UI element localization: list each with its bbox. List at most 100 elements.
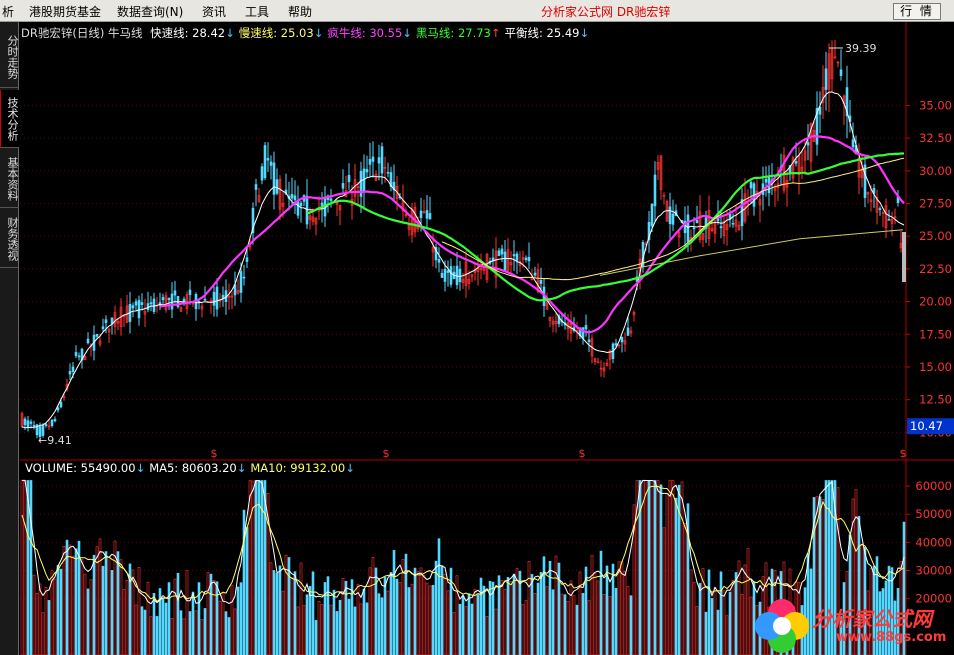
volume-bar	[713, 587, 717, 655]
volume-bar	[533, 592, 537, 655]
volume-bar	[524, 600, 528, 655]
volume-bar	[473, 588, 477, 655]
indicator-legend-item: 慢速线: 25.03	[238, 26, 314, 40]
volume-bar	[362, 588, 366, 655]
volume-bar	[461, 595, 465, 655]
volume-bar	[644, 480, 648, 655]
info-marker-icon: $	[579, 447, 586, 460]
candle-body	[749, 181, 753, 189]
volume-bar	[353, 606, 357, 655]
logo-text: 分析家公式网	[812, 607, 932, 631]
volume-bar	[530, 574, 534, 655]
info-marker-icon: $	[383, 447, 390, 460]
volume-bar	[359, 603, 363, 655]
volume-bar	[380, 597, 384, 655]
volume-bar	[302, 605, 306, 655]
price-tick-label: 22.50	[919, 262, 952, 276]
candle-body	[254, 184, 258, 190]
candle-body	[188, 289, 192, 295]
volume-bar	[149, 616, 153, 655]
candle-body	[449, 266, 453, 285]
chart-area[interactable]: 35.00 32.50 30.00 27.50 25.00 22.50 20.00 17.50…	[0, 0, 954, 655]
candle-body	[167, 297, 171, 301]
volume-bar	[275, 573, 279, 655]
trend-arrow-icon: ↓	[135, 461, 146, 475]
volume-bar	[143, 609, 147, 655]
candle-body	[221, 294, 225, 299]
volume-bar	[272, 570, 276, 655]
candle-body	[347, 174, 351, 183]
indicator-legend-item: 疯牛线: 30.55	[327, 26, 403, 40]
indicator-legend-item: 快速线: 28.42	[150, 26, 226, 40]
volume-bar	[407, 587, 411, 655]
candle-body	[458, 268, 462, 283]
candle-body	[794, 161, 798, 164]
volume-bar	[728, 591, 732, 655]
volume-bar	[134, 604, 138, 655]
candle-body	[146, 303, 150, 310]
volume-bar	[725, 615, 729, 655]
volume-bar	[509, 581, 513, 655]
candle-body	[419, 210, 423, 219]
volume-bar	[743, 564, 747, 655]
volume-bar	[101, 565, 105, 655]
volume-bar	[431, 584, 435, 655]
volume-bar	[464, 606, 468, 655]
price-tick-label: 27.50	[919, 196, 952, 210]
volume-bar	[722, 590, 726, 655]
candle-body	[539, 279, 543, 284]
candle-body	[443, 269, 447, 282]
volume-bar	[341, 578, 345, 655]
volume-bar	[731, 579, 735, 655]
volume-bar	[578, 571, 582, 655]
volume-bar	[305, 594, 309, 655]
volume-bar	[110, 570, 114, 655]
logo-url: www.88gs.com	[836, 630, 947, 645]
candle-body	[371, 156, 375, 162]
candle-body	[515, 253, 519, 261]
volume-bar	[119, 559, 123, 655]
volume-legend-item: VOLUME: 55490.00	[25, 461, 136, 475]
volume-bar	[287, 557, 291, 655]
volume-bar	[227, 617, 231, 655]
volume-bar	[329, 604, 333, 655]
volume-legend: VOLUME: 55490.00↓ MA5: 80603.20↓ MA10: 991…	[21, 461, 355, 475]
volume-bar	[422, 574, 426, 655]
candle-body	[764, 178, 768, 183]
trend-arrow-icon: ↓	[313, 26, 324, 40]
volume-bar	[116, 551, 120, 655]
volume-bar	[62, 545, 66, 655]
volume-bar	[572, 595, 576, 655]
volume-bar	[443, 573, 447, 655]
volume-bar	[410, 584, 414, 655]
volume-bar	[23, 480, 27, 655]
candle-body	[149, 302, 153, 305]
volume-legend-item: MA5: 80603.20	[149, 461, 237, 475]
volume-bar	[185, 570, 189, 655]
trend-arrow-icon: ↓	[345, 461, 355, 475]
volume-bar	[698, 583, 702, 655]
volume-bar	[665, 493, 669, 655]
trend-arrow-icon: ↑	[490, 26, 501, 40]
volume-bar	[125, 580, 129, 655]
volume-bar	[446, 590, 450, 655]
volume-bar	[692, 582, 696, 655]
volume-bar	[548, 560, 552, 655]
candle-body	[56, 407, 60, 411]
candle-body	[587, 339, 591, 343]
volume-bar	[83, 573, 87, 655]
volume-bar	[659, 484, 663, 655]
volume-axis: 6000050000400003000020000	[906, 479, 952, 606]
candle-body	[152, 298, 156, 312]
volume-bar	[320, 604, 324, 655]
candle-body	[425, 210, 429, 219]
candle-body	[512, 254, 516, 257]
candle-body	[497, 250, 501, 256]
volume-bar	[368, 567, 372, 655]
price-tick-label: 17.50	[919, 327, 952, 341]
info-marker-icon: $	[211, 447, 218, 460]
volume-bar	[650, 480, 654, 655]
price-tick-label: 20.00	[919, 295, 952, 309]
flower-logo-icon	[755, 599, 809, 653]
volume-bar	[92, 554, 96, 655]
